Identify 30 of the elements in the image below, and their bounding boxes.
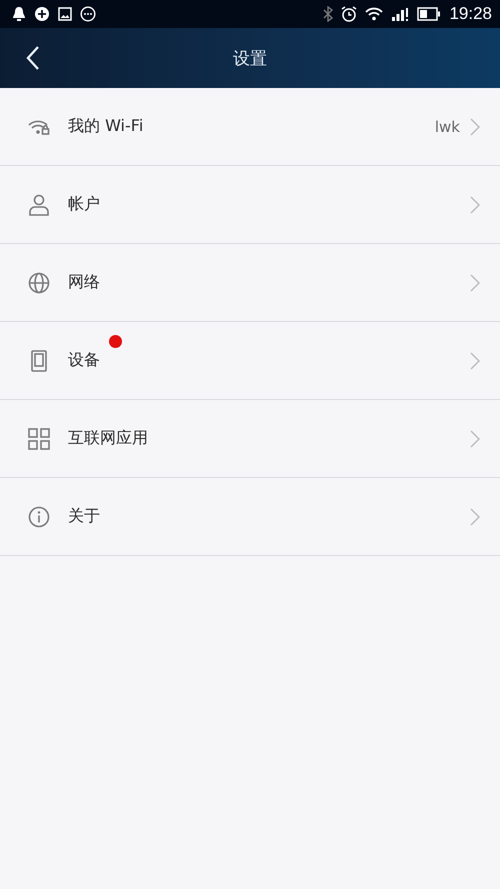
globe-icon [28,272,50,294]
wifi-lock-icon [27,118,51,134]
row-label: 网络 [68,272,101,293]
wifi-icon [365,7,384,21]
chevron-icon [470,274,480,292]
bluetooth-icon [323,6,334,22]
image-icon [58,7,72,21]
grid-icon [28,428,50,450]
info-icon [28,506,50,528]
row-label: 帐户 [68,194,101,215]
row-label: 设备 [68,350,101,371]
chevron-icon [470,118,480,136]
back-icon [26,45,40,71]
device-icon [31,350,47,372]
signal-icon [391,7,410,21]
more-icon [80,6,96,22]
chevron-icon [470,430,480,448]
row-value: lwk [434,118,460,136]
page-title: 设置 [233,48,267,70]
notification-icon [12,6,26,22]
chevron-icon [470,352,480,370]
row-label: 我的 Wi-Fi [68,116,144,137]
chevron-icon [470,196,480,214]
alarm-icon [341,6,358,22]
person-icon [29,194,49,216]
chevron-icon [470,508,480,526]
row-label: 互联网应用 [68,428,149,449]
status-time: 19:28 [449,4,492,24]
row-label: 关于 [68,506,101,527]
battery-icon [417,7,442,21]
